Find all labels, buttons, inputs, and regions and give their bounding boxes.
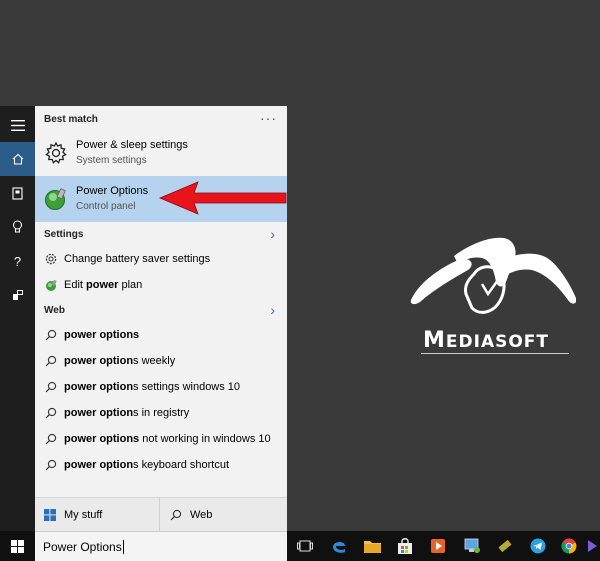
- my-stuff-label: My stuff: [64, 509, 103, 521]
- search-icon: [170, 509, 182, 521]
- search-icon: [44, 354, 58, 368]
- feedback-button[interactable]: [0, 278, 35, 312]
- web-suggestion-item[interactable]: power options not working in windows 10: [35, 426, 287, 452]
- power-tool-button[interactable]: [495, 536, 515, 556]
- settings-header: Settings: [44, 229, 84, 240]
- search-icon: [44, 380, 58, 394]
- gear-small-icon: [44, 252, 58, 266]
- my-stuff-tab[interactable]: My stuff: [44, 498, 102, 532]
- web-suggestion-item[interactable]: power options keyboard shortcut: [35, 452, 287, 478]
- search-icon: [44, 406, 58, 420]
- question-icon: ?: [13, 253, 22, 269]
- search-results-panel: Best match ··· Power & sleep settings Sy…: [35, 106, 287, 532]
- red-arrow-annotation-icon: [158, 181, 287, 215]
- web-item-bold: power options: [64, 433, 140, 445]
- play-triangle-icon: [588, 540, 597, 552]
- result-power-sleep-settings[interactable]: Power & sleep settings System settings: [35, 130, 287, 176]
- store-button[interactable]: [395, 536, 415, 556]
- chrome-button[interactable]: [559, 536, 579, 556]
- taskbar: Power Options: [0, 531, 600, 561]
- start-button[interactable]: [0, 531, 35, 561]
- search-input-value: Power Options: [43, 539, 122, 554]
- web-item-text: s settings windows 10: [133, 381, 241, 393]
- result-title: Power & sleep settings: [76, 139, 188, 151]
- web-tab-label: Web: [190, 509, 213, 521]
- search-scope-tabs: My stuff Web: [35, 497, 287, 532]
- web-more-chevron-icon[interactable]: ›: [270, 302, 275, 318]
- settings-item-bold: power: [86, 279, 119, 291]
- web-header: Web: [44, 305, 65, 316]
- settings-result-item[interactable]: Change battery saver settings: [35, 246, 287, 272]
- tips-button[interactable]: [0, 210, 35, 244]
- edge-icon: [333, 541, 345, 553]
- logo-underline: [421, 353, 569, 354]
- media-player-icon: [431, 539, 445, 553]
- start-left-rail: ?: [0, 106, 35, 531]
- home-button[interactable]: [0, 142, 35, 176]
- tab-divider: [159, 498, 160, 532]
- logo-wordmark: MEDIASOFT: [423, 328, 549, 353]
- feedback-icon: [12, 290, 23, 300]
- text-caret: [122, 539, 124, 554]
- web-tab[interactable]: Web: [170, 498, 212, 532]
- control-panel-icon: [464, 538, 480, 553]
- search-input[interactable]: Power Options: [35, 531, 287, 561]
- search-icon: [44, 328, 58, 342]
- settings-result-item[interactable]: Edit power plan: [35, 272, 287, 298]
- web-item-text: s in registry: [133, 407, 190, 419]
- file-explorer-button[interactable]: [362, 536, 382, 556]
- media-player-button[interactable]: [428, 536, 448, 556]
- settings-item-text: plan: [118, 279, 143, 291]
- search-icon: [44, 432, 58, 446]
- home-icon: [12, 153, 23, 165]
- telegram-icon: [530, 538, 546, 554]
- web-item-text: not working in windows 10: [139, 433, 271, 445]
- hamburger-menu-button[interactable]: [0, 108, 35, 142]
- settings-item-text: Edit: [64, 279, 87, 291]
- web-item-bold: power option: [64, 459, 134, 471]
- windows-logo-icon: [44, 509, 56, 521]
- notebook-button[interactable]: [0, 176, 35, 210]
- edge-browser-button[interactable]: [329, 536, 349, 556]
- web-item-bold: power options: [64, 329, 140, 341]
- result-subtitle: System settings: [76, 155, 147, 166]
- result-title: Power Options: [76, 185, 149, 197]
- power-plan-icon: [44, 278, 58, 292]
- settings-item-text: Change battery saver settings: [64, 253, 211, 265]
- battery-tool-icon: [498, 539, 512, 553]
- notebook-icon: [12, 186, 23, 200]
- settings-more-chevron-icon[interactable]: ›: [270, 226, 275, 242]
- help-button[interactable]: ?: [0, 244, 35, 278]
- search-icon: [44, 458, 58, 472]
- web-item-text: s keyboard shortcut: [133, 459, 230, 471]
- gear-icon: [43, 140, 69, 166]
- power-options-icon: [43, 186, 69, 212]
- web-item-text: s weekly: [133, 355, 176, 367]
- more-taskbar-button[interactable]: [584, 536, 600, 556]
- web-suggestion-item[interactable]: power options settings windows 10: [35, 374, 287, 400]
- logo-text-initial: M: [423, 328, 446, 353]
- result-subtitle: Control panel: [76, 201, 136, 212]
- best-match-header: Best match: [44, 114, 98, 125]
- store-bag-icon: [398, 538, 412, 554]
- chrome-icon: [561, 538, 577, 554]
- web-suggestion-item[interactable]: power options: [35, 322, 287, 348]
- task-view-button[interactable]: [295, 536, 315, 556]
- telegram-button[interactable]: [528, 536, 548, 556]
- control-panel-button[interactable]: [462, 536, 482, 556]
- lightbulb-icon: [12, 220, 23, 233]
- web-suggestion-item[interactable]: power options in registry: [35, 400, 287, 426]
- web-item-bold: power option: [64, 407, 134, 419]
- web-suggestion-item[interactable]: power options weekly: [35, 348, 287, 374]
- logo-text-rest: EDIASOFT: [445, 332, 550, 352]
- hamburger-icon: [10, 119, 25, 131]
- task-view-icon: [297, 540, 313, 552]
- web-item-bold: power option: [64, 381, 134, 393]
- more-options-button[interactable]: ···: [260, 110, 277, 126]
- folder-icon: [363, 541, 381, 553]
- web-item-bold: power option: [64, 355, 134, 367]
- windows-logo-icon: [11, 539, 24, 553]
